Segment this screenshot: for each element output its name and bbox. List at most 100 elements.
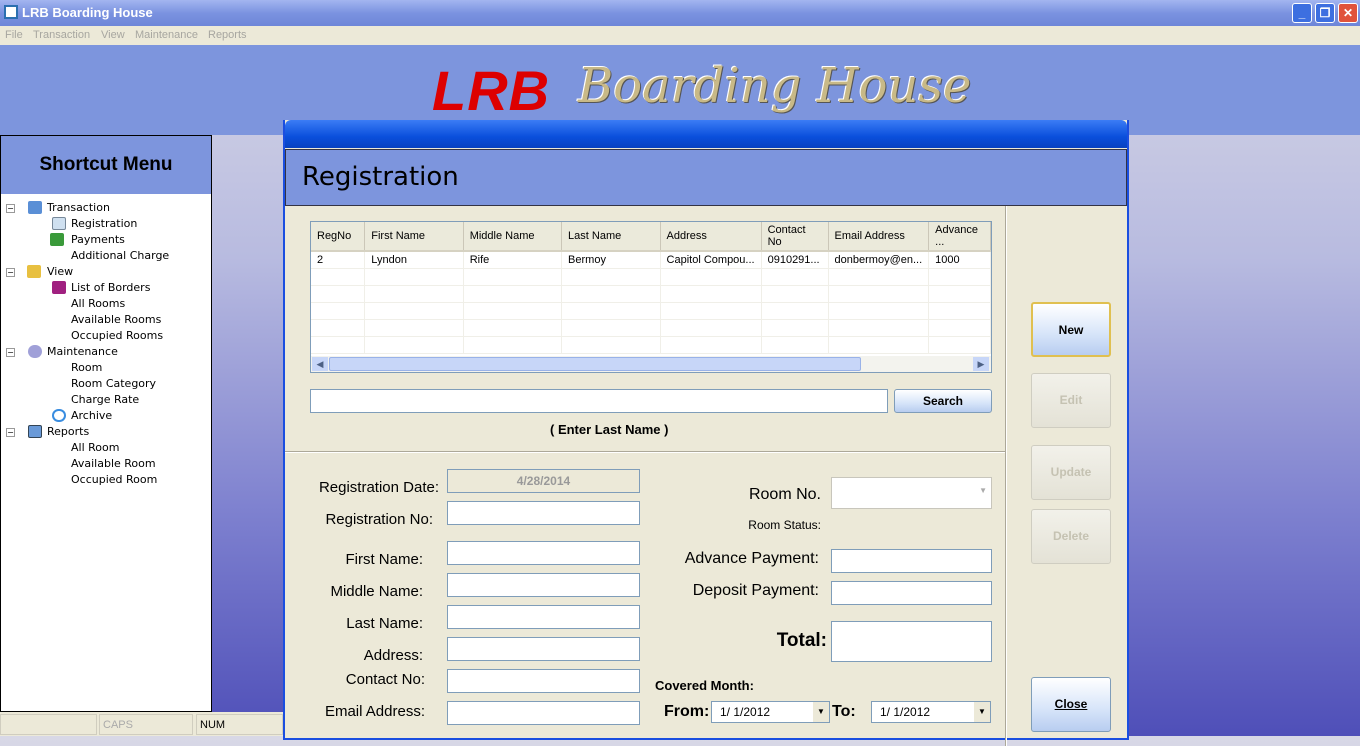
address-field[interactable]	[447, 637, 640, 661]
new-button[interactable]: New	[1031, 302, 1111, 357]
money-icon	[50, 233, 64, 246]
from-date-picker[interactable]: 1/ 1/2012 ▼	[711, 701, 830, 723]
tree-room[interactable]: Room	[71, 361, 102, 374]
edit-button[interactable]: Edit	[1031, 373, 1111, 428]
vertical-divider	[1005, 206, 1007, 746]
col-contact-no[interactable]: Contact No	[761, 222, 829, 252]
contact-no-label: Contact No:	[345, 671, 425, 688]
search-input[interactable]	[310, 389, 888, 413]
cell-last-name: Bermoy	[561, 251, 661, 269]
scrollbar-thumb[interactable]	[329, 357, 861, 371]
collapse-icon[interactable]: −	[6, 428, 15, 437]
tree-all-rooms[interactable]: All Rooms	[71, 297, 125, 310]
shortcut-tree: − Transaction Registration Payments Addi…	[1, 194, 211, 704]
email-field[interactable]	[447, 701, 640, 725]
col-email[interactable]: Email Address	[828, 222, 930, 252]
tree-room-category[interactable]: Room Category	[71, 377, 156, 390]
cell-email: donbermoy@en...	[828, 251, 930, 269]
dialog-heading: Registration	[285, 149, 1127, 206]
email-label: Email Address:	[324, 703, 425, 720]
tree-view[interactable]: View	[47, 265, 73, 278]
search-button[interactable]: Search	[894, 389, 992, 413]
table-row[interactable]: 2 Lyndon Rife Bermoy Capitol Compou... 0…	[311, 251, 991, 269]
first-name-field[interactable]	[447, 541, 640, 565]
cell-contact-no: 0910291...	[761, 251, 829, 269]
tree-list-of-borders[interactable]: List of Borders	[71, 281, 150, 294]
col-regno[interactable]: RegNo	[311, 222, 366, 252]
tree-additional-charge[interactable]: Additional Charge	[71, 249, 169, 262]
contact-no-field[interactable]	[447, 669, 640, 693]
collapse-icon[interactable]: −	[6, 268, 15, 277]
folder-view-icon	[27, 265, 41, 278]
to-date-picker[interactable]: 1/ 1/2012 ▼	[871, 701, 991, 723]
num-indicator: NUM	[196, 714, 283, 735]
scroll-left-icon[interactable]: ◀	[312, 357, 328, 371]
cell-address: Capitol Compou...	[660, 251, 762, 269]
collapse-icon[interactable]: −	[6, 348, 15, 357]
advance-payment-field[interactable]	[831, 549, 992, 573]
room-no-select[interactable]: ▼	[831, 477, 992, 509]
menu-transaction[interactable]: Transaction	[33, 29, 90, 41]
close-button[interactable]: Close	[1031, 677, 1111, 732]
from-label: From:	[664, 703, 710, 720]
registration-date-label: Registration Date:	[318, 479, 439, 496]
tree-reports[interactable]: Reports	[47, 425, 89, 438]
grid-header: RegNo First Name Middle Name Last Name A…	[311, 222, 991, 252]
tree-archive[interactable]: Archive	[71, 409, 112, 422]
tree-occupied-room[interactable]: Occupied Room	[71, 473, 157, 486]
cell-first-name: Lyndon	[364, 251, 464, 269]
dropdown-arrow-icon[interactable]: ▼	[974, 702, 990, 722]
cell-regno: 2	[311, 251, 366, 269]
status-panel	[0, 714, 97, 735]
tree-maintenance[interactable]: Maintenance	[47, 345, 118, 358]
deposit-payment-field[interactable]	[831, 581, 992, 605]
dropdown-arrow-icon[interactable]: ▼	[813, 702, 829, 722]
registrations-grid[interactable]: RegNo First Name Middle Name Last Name A…	[310, 221, 992, 373]
logo-lrb: LRB	[432, 59, 551, 122]
report-icon	[28, 425, 42, 438]
horizontal-divider	[285, 451, 1005, 453]
menu-reports[interactable]: Reports	[208, 29, 247, 41]
last-name-field[interactable]	[447, 605, 640, 629]
update-button[interactable]: Update	[1031, 445, 1111, 500]
col-advance[interactable]: Advance ...	[928, 222, 991, 252]
tree-transaction[interactable]: Transaction	[47, 201, 110, 214]
last-name-label: Last Name:	[346, 615, 423, 632]
dialog-title-bar	[285, 120, 1127, 148]
registration-no-field[interactable]	[447, 501, 640, 525]
tree-payments[interactable]: Payments	[71, 233, 125, 246]
col-last-name[interactable]: Last Name	[561, 222, 661, 252]
tree-all-room[interactable]: All Room	[71, 441, 119, 454]
total-field[interactable]	[831, 621, 992, 662]
from-date-value: 1/ 1/2012	[720, 705, 771, 719]
computer-icon	[28, 201, 42, 214]
scroll-right-icon[interactable]: ▶	[973, 357, 989, 371]
refresh-icon	[52, 409, 66, 422]
registration-no-label: Registration No:	[325, 511, 433, 528]
to-label: To:	[832, 703, 856, 720]
minimize-button[interactable]: _	[1292, 3, 1312, 23]
menu-view[interactable]: View	[101, 29, 125, 41]
tree-occupied-rooms[interactable]: Occupied Rooms	[71, 329, 163, 342]
col-middle-name[interactable]: Middle Name	[463, 222, 563, 252]
logo-boarding-house: Boarding House	[578, 58, 972, 114]
shortcut-menu-title: Shortcut Menu	[1, 136, 211, 194]
col-first-name[interactable]: First Name	[364, 222, 464, 252]
collapse-icon[interactable]: −	[6, 204, 15, 213]
tree-available-rooms[interactable]: Available Rooms	[71, 313, 161, 326]
app-icon	[4, 5, 18, 19]
menu-bar: File Transaction View Maintenance Report…	[0, 26, 1360, 45]
menu-maintenance[interactable]: Maintenance	[135, 29, 198, 41]
tree-available-room[interactable]: Available Room	[71, 457, 156, 470]
to-date-value: 1/ 1/2012	[880, 705, 931, 719]
horizontal-scrollbar[interactable]: ◀ ▶	[311, 356, 991, 372]
restore-button[interactable]: ❐	[1315, 3, 1335, 23]
tree-charge-rate[interactable]: Charge Rate	[71, 393, 139, 406]
menu-file[interactable]: File	[5, 29, 23, 41]
close-window-button[interactable]: ✕	[1338, 3, 1358, 23]
delete-button[interactable]: Delete	[1031, 509, 1111, 564]
col-address[interactable]: Address	[660, 222, 762, 252]
registration-date-field[interactable]: 4/28/2014	[447, 469, 640, 493]
middle-name-field[interactable]	[447, 573, 640, 597]
tree-registration[interactable]: Registration	[71, 217, 137, 230]
